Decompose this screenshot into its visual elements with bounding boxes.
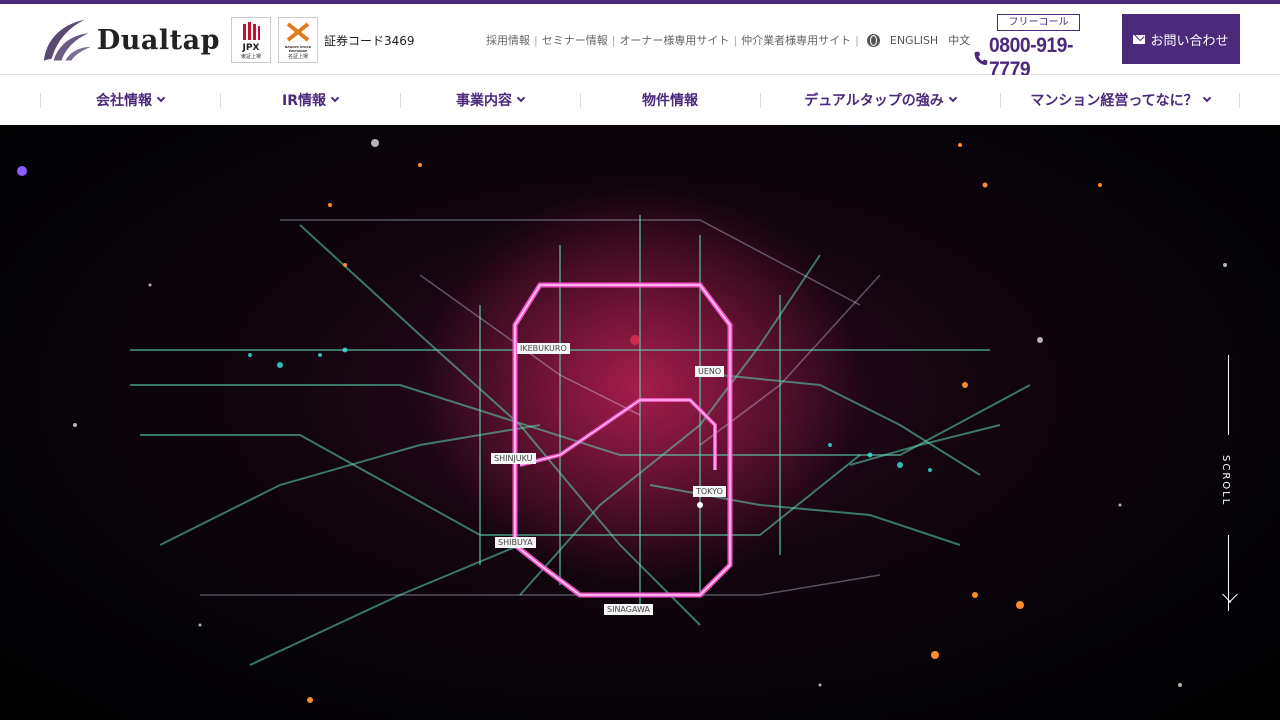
hero-visual: IKEBUKURO UENO SHINJUKU TOKYO SHIBUYA SI… xyxy=(0,125,1280,720)
contact-button[interactable]: お問い合わせ xyxy=(1122,14,1240,64)
chevron-down-icon xyxy=(1202,93,1211,103)
station-label: SHINJUKU xyxy=(491,453,536,464)
utility-links: 採用情報 | セミナー情報 | オーナー様専用サイト | 仲介業者様専用サイト … xyxy=(486,32,970,48)
station-label: TOKYO xyxy=(693,486,726,497)
nav-item-ir[interactable]: IR情報 xyxy=(220,75,400,125)
site-header: Dualtap JPX 東証上場 NAGOYA STOCK EXCHANGE 名… xyxy=(0,4,1280,81)
freecall: フリーコール 0800-919-7779 xyxy=(973,14,1108,82)
nav-label: IR情報 xyxy=(282,93,326,109)
jpx-label: JPX xyxy=(242,43,260,53)
link-owner-site[interactable]: オーナー様専用サイト xyxy=(619,32,729,48)
nav-label: 会社情報 xyxy=(96,93,152,109)
chevron-down-icon xyxy=(516,93,526,103)
stock-code: 証券コード3469 xyxy=(324,34,415,48)
logo[interactable]: Dualtap xyxy=(40,14,220,66)
nav-item-business[interactable]: 事業内容 xyxy=(400,75,580,125)
nagoya-mark-icon xyxy=(286,22,310,42)
nav-label: 物件情報 xyxy=(642,93,698,109)
divider: | xyxy=(855,33,859,47)
nav-label: デュアルタップの強み xyxy=(804,93,944,109)
logo-text: Dualtap xyxy=(96,24,220,56)
nav-label: マンション経営ってなに？ xyxy=(1030,93,1198,109)
nagoya-label: NAGOYA STOCK EXCHANGE xyxy=(284,45,312,53)
phone-icon xyxy=(974,51,988,66)
station-label: SINAGAWA xyxy=(604,604,653,615)
jpx-caption: 東証上場 xyxy=(240,54,261,60)
link-recruit[interactable]: 採用情報 xyxy=(486,32,530,48)
station-label: SHIBUYA xyxy=(495,537,536,548)
divider: | xyxy=(534,33,538,47)
railway-network-map xyxy=(17,139,1227,703)
scroll-label: SCROLL xyxy=(1220,455,1231,507)
divider: | xyxy=(611,33,616,47)
link-seminar[interactable]: セミナー情報 xyxy=(542,32,608,48)
nagoya-badge: NAGOYA STOCK EXCHANGE 名証上場 xyxy=(278,17,318,63)
nav-label: 事業内容 xyxy=(456,93,512,109)
scroll-line xyxy=(1228,355,1229,435)
jpx-mark-icon xyxy=(243,22,260,40)
freecall-tag: フリーコール xyxy=(997,14,1080,31)
arrow-down-icon xyxy=(1219,602,1229,603)
station-label: IKEBUKURO xyxy=(517,343,570,354)
nav-item-properties[interactable]: 物件情報 xyxy=(580,75,760,125)
divider: | xyxy=(733,33,738,47)
chevron-down-icon xyxy=(156,93,166,103)
logo-mark-icon xyxy=(43,19,91,61)
link-broker-site[interactable]: 仲介業者様専用サイト xyxy=(741,32,851,48)
nav-item-mansion-management[interactable]: マンション経営ってなに？ xyxy=(1000,75,1240,125)
nav-item-company[interactable]: 会社情報 xyxy=(40,75,220,125)
chevron-down-icon xyxy=(330,93,340,103)
station-label: UENO xyxy=(695,366,725,377)
mail-icon xyxy=(1133,34,1146,44)
nav-item-strengths[interactable]: デュアルタップの強み xyxy=(760,75,1000,125)
contact-button-label: お問い合わせ xyxy=(1150,33,1229,49)
scroll-indicator[interactable]: SCROLL xyxy=(1210,355,1250,615)
chevron-down-icon xyxy=(948,93,958,103)
link-chinese[interactable]: 中文 xyxy=(948,32,970,48)
global-nav: 会社情報 IR情報 事業内容 物件情報 デュアルタップの強み マンション経営って… xyxy=(0,75,1280,125)
globe-icon xyxy=(866,33,880,47)
link-english[interactable]: ENGLISH xyxy=(890,34,938,47)
nagoya-caption: 名証上場 xyxy=(287,54,308,60)
jpx-badge: JPX 東証上場 xyxy=(231,17,271,63)
